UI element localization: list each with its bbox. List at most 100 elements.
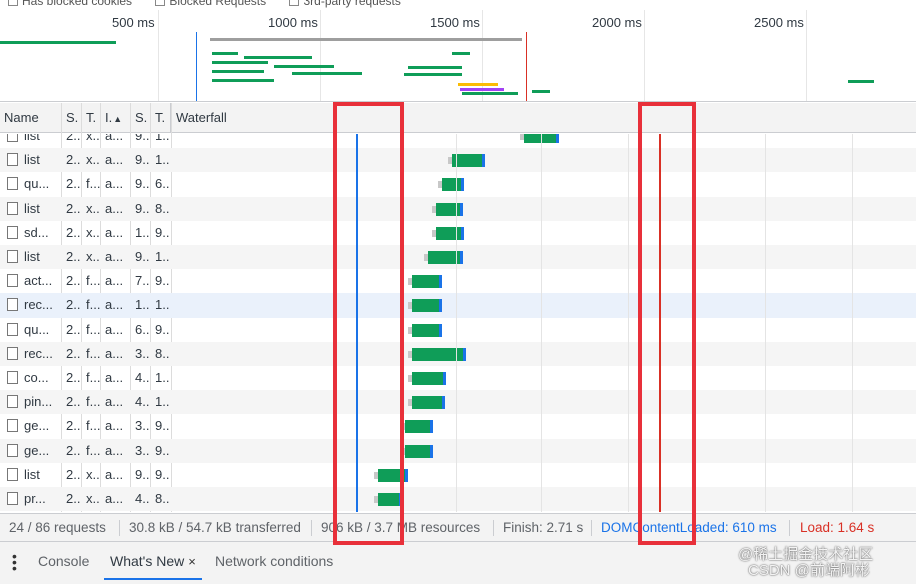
table-row[interactable]: ge... 2.. f... a... 3.. 9.. <box>0 438 916 463</box>
waterfall-gridline <box>852 134 853 512</box>
overview-tick-label: 500 ms <box>112 15 155 30</box>
document-icon <box>7 225 18 239</box>
filter-blocked-requests[interactable]: Blocked Requests <box>147 0 266 8</box>
cell-c1: 2.. <box>66 176 80 192</box>
document-icon <box>7 371 18 384</box>
highlight-box-dom-content-loaded <box>333 102 404 545</box>
table-row[interactable]: list 2.. x.. a... 9.. 1.. <box>0 148 916 173</box>
cell-c5: 1.. <box>155 152 169 168</box>
waterfall-bar-queue <box>407 302 412 310</box>
column-header-type[interactable]: T. <box>82 103 101 133</box>
cell-name: pin... <box>24 394 53 410</box>
checkbox-icon[interactable] <box>8 0 18 6</box>
table-row[interactable]: rec... 2.. f... a... 1.. 1.. <box>0 293 916 318</box>
cell-name: act... <box>24 273 53 289</box>
column-header-time[interactable]: T. <box>151 103 171 133</box>
waterfall-bar[interactable] <box>431 226 465 240</box>
document-icon <box>7 250 18 263</box>
cell-c5: 9.. <box>155 273 169 289</box>
waterfall-gridline <box>628 134 629 512</box>
cell-c2: f... <box>86 345 100 361</box>
document-icon <box>7 177 18 191</box>
waterfall-bar-queue <box>431 205 436 213</box>
more-vertical-icon[interactable]: • • • <box>12 549 17 575</box>
cell-c2: f... <box>86 442 100 458</box>
cell-c3: a... <box>105 200 124 216</box>
table-row[interactable]: list 2.. x.. a... 9.. 1.. <box>0 134 916 148</box>
column-header-status[interactable]: S. <box>62 103 82 133</box>
waterfall-bar-queue <box>437 181 442 189</box>
requests-table-header: Name S. T. I.▲ S. T. Waterfall <box>0 103 916 133</box>
waterfall-bar[interactable] <box>424 251 463 264</box>
overview-bar <box>212 52 238 55</box>
table-row[interactable]: qu... 2.. f... a... 9.. 6.. <box>0 172 916 196</box>
checkbox-icon[interactable] <box>289 0 300 6</box>
waterfall-bar[interactable] <box>407 275 442 289</box>
waterfall-bar-download <box>556 134 560 143</box>
filter-checkbox-strip: Has blocked cookies Blocked Requests 3rd… <box>0 0 916 8</box>
table-row[interactable]: list 2.. x.. a... 9.. 1.. <box>0 245 916 270</box>
summary-divider <box>311 520 312 536</box>
table-row[interactable]: sd... 2.. x.. a... 1.. 9.. <box>0 221 916 245</box>
waterfall-bar[interactable] <box>407 347 466 361</box>
cell-c5: 9.. <box>155 224 169 240</box>
cell-c1: 2.. <box>66 321 80 337</box>
column-header-name[interactable]: Name <box>0 103 62 133</box>
waterfall-bar[interactable] <box>519 134 560 143</box>
waterfall-bar[interactable] <box>407 396 445 410</box>
cell-name: list <box>24 134 40 143</box>
tab-whats-new[interactable]: What's New × <box>104 550 202 580</box>
column-header-waterfall[interactable]: Waterfall <box>172 103 472 133</box>
overview-bar <box>848 80 874 83</box>
table-row[interactable]: co... 2.. f... a... 4.. 1.. <box>0 366 916 390</box>
waterfall-bar-download <box>404 468 408 482</box>
cell-c5: 9.. <box>155 466 169 482</box>
cell-c3: a... <box>105 466 124 482</box>
highlight-box-load <box>638 102 696 545</box>
overview-gridline <box>320 10 321 101</box>
summary-finish: Finish: 2.71 s <box>503 520 584 535</box>
waterfall-bar[interactable] <box>407 299 442 313</box>
filter-has-blocked-cookies[interactable]: Has blocked cookies <box>0 0 132 8</box>
waterfall-bar[interactable] <box>400 420 433 434</box>
cell-c3: a... <box>105 249 124 264</box>
summary-load: Load: 1.64 s <box>800 520 875 535</box>
document-icon <box>7 134 18 142</box>
summary-transferred: 30.8 kB / 54.7 kB transferred <box>129 520 301 535</box>
filter-third-party[interactable]: 3rd-party requests <box>281 0 401 8</box>
cell-c5: 1.. <box>155 134 169 143</box>
tab-whats-new-label: What's New <box>110 553 185 569</box>
waterfall-bar-queue <box>407 326 412 334</box>
table-row[interactable]: rec... 2.. f... a... 3.. 8.. <box>0 341 916 366</box>
table-row[interactable]: qu... 2.. f... a... 6.. 9.. <box>0 318 916 342</box>
checkbox-icon[interactable] <box>155 0 166 6</box>
overview-bar <box>404 73 462 76</box>
column-header-initiator[interactable]: I.▲ <box>101 103 131 133</box>
tab-network-conditions[interactable]: Network conditions <box>209 550 339 580</box>
table-row[interactable]: pin... 2.. f... a... 4.. 1.. <box>0 390 916 415</box>
overview-bar <box>460 88 504 91</box>
table-row[interactable]: list 2.. x.. a... 9.. 9.. <box>0 463 916 487</box>
cell-c4: 9.. <box>135 134 149 143</box>
waterfall-bar[interactable] <box>437 178 465 192</box>
overview-timeline[interactable]: 500 ms 1000 ms 1500 ms 2000 ms 2500 ms <box>0 10 916 102</box>
cell-c3: a... <box>105 345 124 361</box>
table-row[interactable]: list 2.. x.. a... 9.. 8.. <box>0 196 916 221</box>
tab-console[interactable]: Console <box>32 550 95 580</box>
table-row[interactable]: act... 2.. f... a... 7.. 9.. <box>0 269 916 293</box>
watermark-line-2: CSDN @前端阿彬 <box>748 562 870 579</box>
close-icon[interactable]: × <box>188 554 196 569</box>
waterfall-bar[interactable] <box>400 444 433 458</box>
table-row[interactable]: ge... 2.. f... a... 3.. 9.. <box>0 414 916 438</box>
cell-c2: x.. <box>86 249 100 264</box>
column-header-size[interactable]: S. <box>131 103 151 133</box>
table-row[interactable]: pr... 2.. x.. a... 4.. 8.. <box>0 487 916 512</box>
cell-c4: 1.. <box>135 297 149 313</box>
cell-c5: 9.. <box>155 418 169 434</box>
cell-c2: f... <box>86 273 100 289</box>
waterfall-bar[interactable] <box>407 323 442 337</box>
waterfall-bar-queue <box>407 375 412 382</box>
cell-c1: 2.. <box>66 370 80 385</box>
document-icon <box>7 274 18 288</box>
waterfall-bar[interactable] <box>407 372 447 385</box>
